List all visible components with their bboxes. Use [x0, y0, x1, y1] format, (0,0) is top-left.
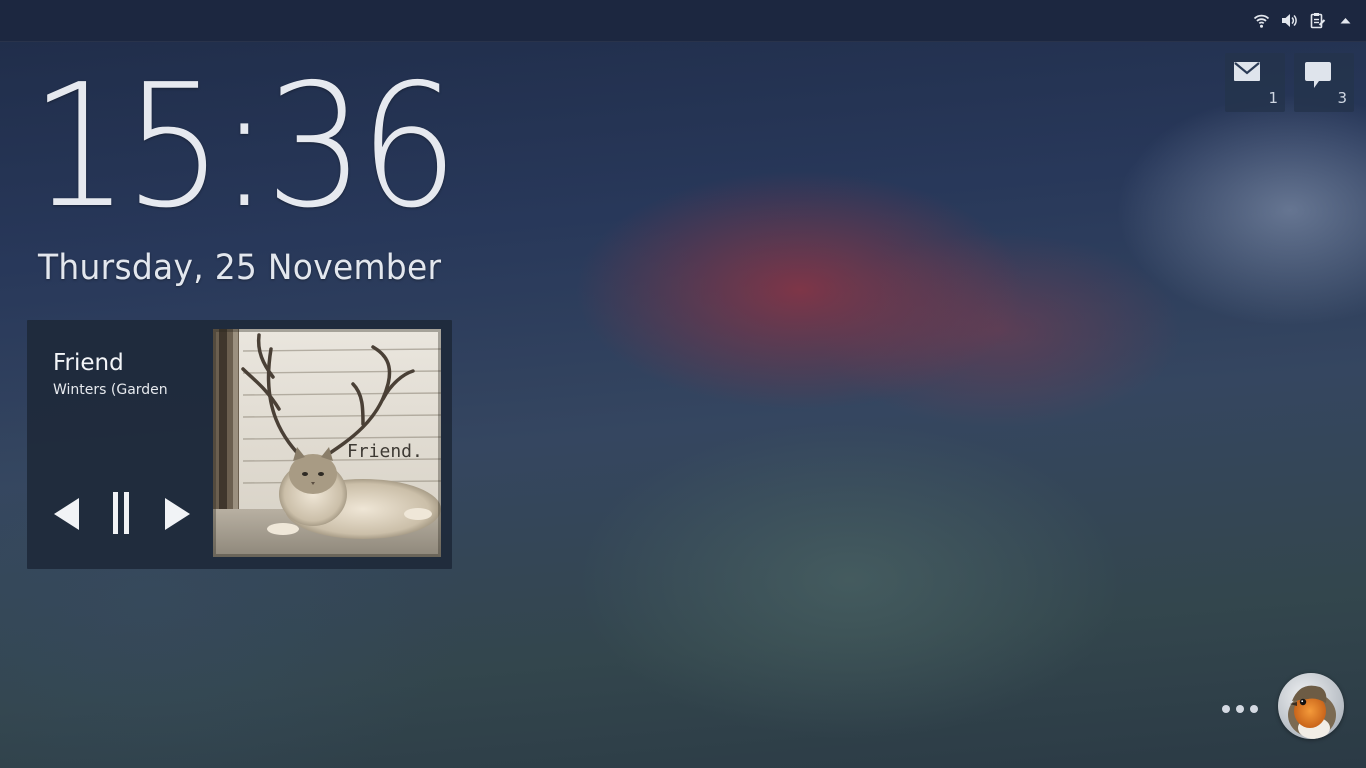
- mail-icon: [1234, 62, 1260, 81]
- clipboard-icon[interactable]: [1309, 12, 1326, 29]
- album-art: Friend.: [213, 329, 441, 557]
- lockscreen-date: Thursday, 25 November: [38, 248, 442, 288]
- previous-button[interactable]: [53, 490, 81, 538]
- wifi-icon[interactable]: [1253, 12, 1270, 29]
- media-player-card: Friend Winters (Garden Friend.: [27, 320, 452, 569]
- more-dot: [1222, 705, 1230, 713]
- previous-icon: [54, 498, 79, 530]
- album-art-image: Friend.: [213, 329, 441, 557]
- next-icon: [165, 498, 190, 530]
- mail-count: 1: [1268, 89, 1278, 107]
- robin-avatar-image: [1278, 673, 1344, 739]
- more-options-button[interactable]: [1222, 702, 1264, 716]
- track-artist: Winters (Garden: [53, 382, 168, 398]
- more-dot: [1250, 705, 1258, 713]
- lockscreen-clock: 15:36: [30, 48, 459, 246]
- chat-notification-tile[interactable]: 3: [1294, 53, 1354, 112]
- track-title: Friend: [53, 350, 124, 376]
- system-tray: [1253, 12, 1354, 29]
- user-avatar[interactable]: [1278, 673, 1344, 739]
- top-panel: [0, 0, 1366, 42]
- mail-notification-tile[interactable]: 1: [1225, 53, 1285, 112]
- pause-button[interactable]: [111, 490, 135, 538]
- chat-count: 3: [1337, 89, 1347, 107]
- arrow-up-icon[interactable]: [1337, 12, 1354, 29]
- pause-icon: [113, 492, 129, 534]
- album-art-lettering: Friend.: [347, 441, 423, 462]
- chat-bubble-icon: [1305, 62, 1331, 88]
- volume-icon[interactable]: [1281, 12, 1298, 29]
- media-controls: [53, 490, 203, 538]
- more-dot: [1236, 705, 1244, 713]
- next-button[interactable]: [163, 490, 191, 538]
